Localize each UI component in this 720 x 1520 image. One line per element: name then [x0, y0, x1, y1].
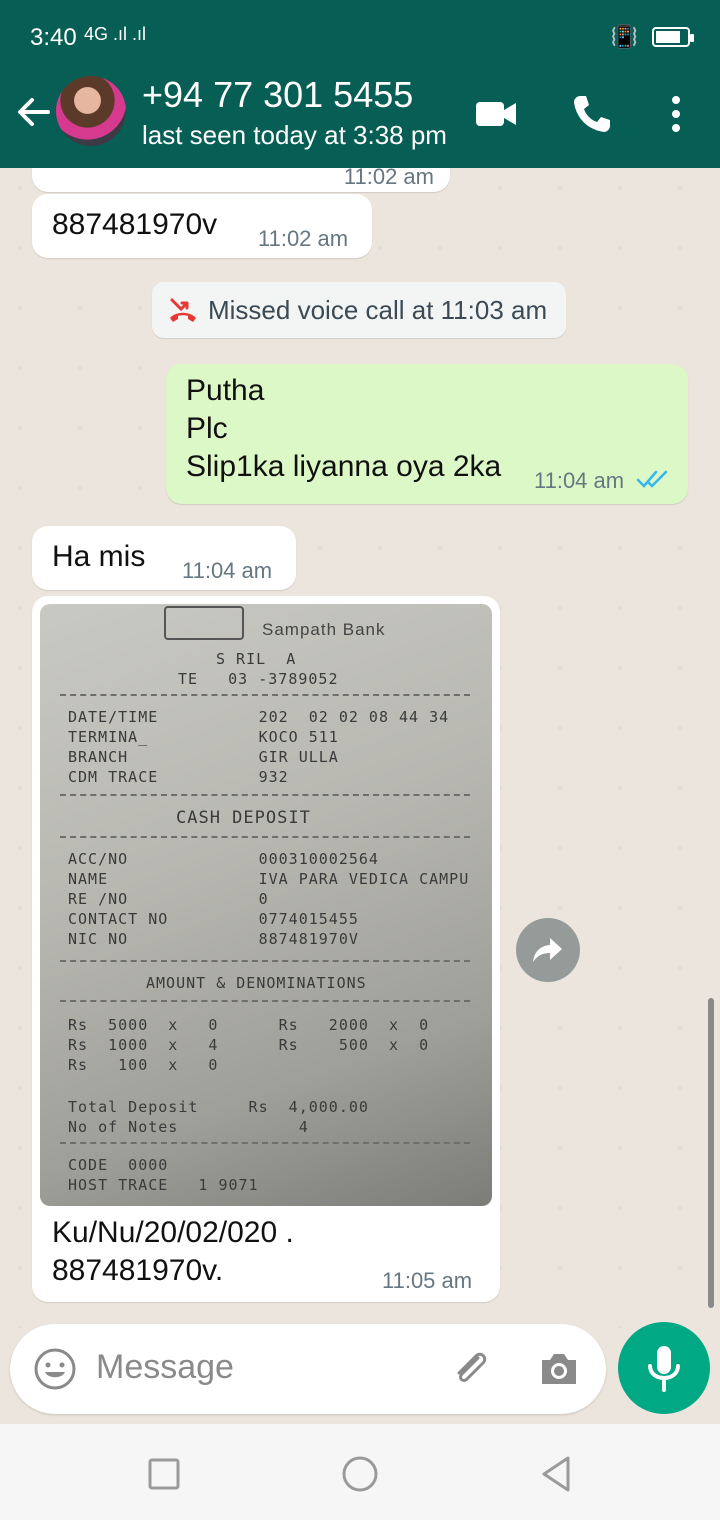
receipt-line: Total Deposit Rs 4,000.00 — [68, 1098, 369, 1116]
receipt-bank-name: Sampath Bank — [262, 620, 386, 639]
message-time: 11:05 am — [382, 1268, 473, 1293]
contact-name[interactable]: +94 77 301 5455 — [142, 74, 413, 116]
message-time: 11:02 am — [258, 226, 349, 251]
emoji-icon[interactable] — [32, 1346, 78, 1392]
message-bubble-incoming[interactable]: 887481970v 11:02 am — [32, 194, 372, 258]
receipt-line: NIC NO 887481970V — [68, 930, 359, 948]
receipt-line: No of Notes 4 — [68, 1118, 309, 1136]
back-nav-icon[interactable] — [536, 1454, 576, 1494]
message-input-bar[interactable]: Message — [10, 1324, 606, 1414]
read-receipt-icon — [636, 470, 668, 488]
missed-call-icon — [170, 298, 196, 322]
back-arrow-icon[interactable] — [14, 92, 54, 132]
image-message-bubble[interactable]: Sampath Bank S RIL A TE 03 -3789052 DATE… — [32, 596, 500, 1302]
vibrate-icon: 📳 — [610, 24, 638, 49]
receipt-photo[interactable]: Sampath Bank S RIL A TE 03 -3789052 DATE… — [40, 604, 492, 1206]
receipt-line: HOST TRACE 1 9071 — [68, 1176, 259, 1194]
missed-call-text: Missed voice call at 11:03 am — [208, 295, 548, 325]
message-time: 11:04 am — [182, 558, 273, 583]
message-text: 887481970v — [52, 208, 218, 241]
message-bubble-previous[interactable]: 11:02 am — [32, 168, 450, 192]
mic-icon — [648, 1346, 680, 1392]
last-seen-status: last seen today at 3:38 pm — [142, 120, 447, 150]
receipt-line: NAME IVA PARA VEDICA CAMPU — [68, 870, 470, 888]
video-call-icon[interactable] — [474, 92, 518, 136]
scrollbar[interactable] — [708, 998, 714, 1308]
message-text: Ha mis — [52, 540, 146, 573]
status-icons: 📳 — [610, 24, 694, 50]
receipt-line: CASH DEPOSIT — [176, 808, 311, 828]
message-time: 11:02 am — [343, 168, 434, 189]
receipt-line: DATE/TIME 202 02 02 08 44 34 — [68, 708, 450, 726]
phone-icon[interactable] — [570, 92, 614, 136]
message-time: 11:04 am — [534, 468, 625, 493]
mic-button[interactable] — [618, 1322, 710, 1414]
status-time: 3:40 — [30, 24, 77, 51]
system-nav-bar — [0, 1424, 720, 1520]
receipt-line: Rs 1000 x 4 Rs 500 x 0 — [68, 1036, 430, 1054]
receipt-line: AMOUNT & DENOMINATIONS — [146, 974, 367, 992]
receipt-line: TERMINA_ KOCO 511 — [68, 728, 339, 746]
receipt-line: S RIL A — [216, 650, 297, 668]
image-caption: Ku/Nu/20/02/020 . 887481970v. — [52, 1216, 294, 1287]
app-bar: 3:40 📳 4G .ıl .ıl +94 77 301 5455 last s… — [0, 0, 720, 168]
message-text: Putha Plc Slip1ka liyanna oya 2ka — [186, 374, 502, 483]
receipt-line: ACC/NO 000310002564 — [68, 850, 379, 868]
home-icon[interactable] — [340, 1454, 380, 1494]
attach-icon[interactable] — [448, 1346, 494, 1392]
forward-icon[interactable] — [516, 918, 580, 982]
bank-logo — [164, 606, 244, 640]
receipt-line: Rs 5000 x 0 Rs 2000 x 0 — [68, 1016, 430, 1034]
receipt-line: Rs 100 x 0 — [68, 1056, 219, 1074]
receipt-line: RE /NO 0 — [68, 890, 269, 908]
message-bubble-incoming[interactable]: Ha mis 11:04 am — [32, 526, 296, 590]
avatar[interactable] — [56, 76, 126, 146]
missed-call-notice[interactable]: Missed voice call at 11:03 am — [152, 282, 566, 338]
chat-area[interactable]: 11:02 am 887481970v 11:02 am Missed voic… — [0, 168, 720, 1328]
receipt-line: TE 03 -3789052 — [178, 670, 339, 688]
more-vert-icon[interactable] — [654, 92, 698, 136]
receipt-line: CONTACT NO 0774015455 — [68, 910, 359, 928]
receipt-line: CDM TRACE 932 — [68, 768, 289, 786]
signal-indicator: 4G .ıl .ıl — [84, 24, 147, 44]
receipt-line: BRANCH GIR ULLA — [68, 748, 339, 766]
battery-icon — [652, 27, 694, 47]
camera-icon[interactable] — [536, 1346, 582, 1392]
recents-icon[interactable] — [144, 1454, 184, 1494]
message-input[interactable]: Message — [96, 1348, 234, 1387]
message-bubble-outgoing[interactable]: Putha Plc Slip1ka liyanna oya 2ka 11:04 … — [166, 364, 688, 504]
receipt-line: CODE 0000 — [68, 1156, 169, 1174]
